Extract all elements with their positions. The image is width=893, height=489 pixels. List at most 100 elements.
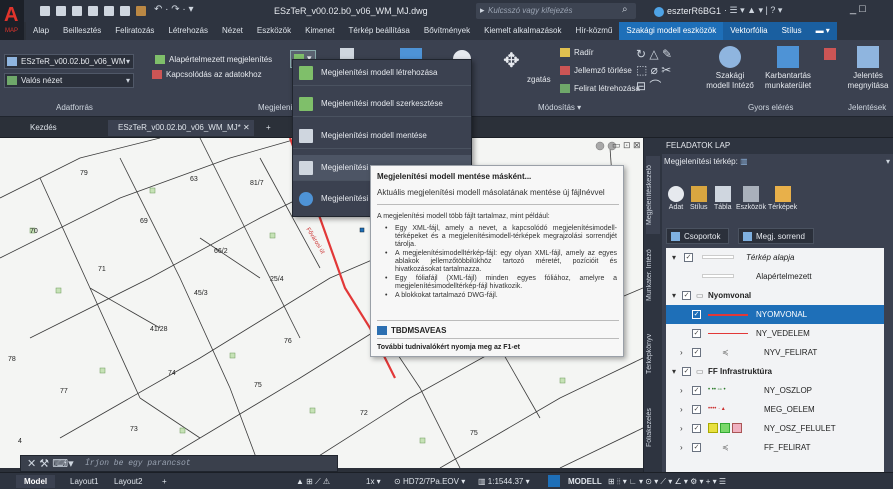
tab-hir-kozmu[interactable]: Hír-közmű: [568, 22, 619, 40]
search-input[interactable]: ▸ Kulcsszó vagy kifejezés ⌕: [476, 3, 636, 19]
snap-icons[interactable]: ↻ △ ✎ ⬚ ⌀ ✂ ⊟ ⌒: [636, 46, 672, 94]
open-report-button[interactable]: Jelentés megnyitása: [844, 46, 892, 91]
undo-icon[interactable]: ↶ · ↷ · ▾: [154, 4, 194, 15]
viewport-controls-icon[interactable]: ▭ ⊡ ⊠: [612, 140, 641, 151]
connect-data-button[interactable]: Kapcsolódás az adatokhoz: [152, 70, 262, 80]
groups-button[interactable]: Csoportok: [666, 228, 730, 244]
coord-system[interactable]: ⊙ HD72/7Pa.EOV ▾: [394, 475, 465, 488]
close-icon[interactable]: ✕: [243, 123, 250, 132]
vtab-display-manager[interactable]: Megjelenítéskezelő: [646, 156, 660, 234]
tab-stilus[interactable]: Stílus: [774, 22, 809, 40]
chevron-right-icon[interactable]: ›: [680, 400, 683, 419]
vtab-workspace[interactable]: Munkater. Intéző: [646, 240, 660, 310]
status-icons-left[interactable]: ▲ ⊞ ⟋ ⚠: [296, 475, 330, 488]
tab-kimenet[interactable]: Kimenet: [298, 22, 341, 40]
print-icon[interactable]: [120, 6, 130, 16]
tab-nezet[interactable]: Nézet: [215, 22, 250, 40]
menu-edit-model[interactable]: Megjelenítési modell szerkesztése: [293, 91, 471, 117]
panel-title-modositas[interactable]: Módosítás ▾: [538, 103, 581, 112]
eraser-button[interactable]: Radír: [560, 48, 594, 58]
tree-row[interactable]: › ✓ ≼ NYV_FELIRAT: [666, 343, 884, 362]
checkbox[interactable]: ✓: [692, 405, 701, 414]
vtab-mapbook[interactable]: Térképkönyv: [646, 324, 660, 384]
tree-row[interactable]: ▾ ✓ ▭ FF Infrastruktúra: [666, 362, 884, 381]
map-scale[interactable]: ▥ 1:1544.37 ▾: [478, 475, 530, 488]
checkbox[interactable]: ✓: [684, 253, 693, 262]
maintenance-button[interactable]: Karbantartás munkaterület: [760, 46, 816, 91]
tab-active-drawing[interactable]: ESzTeR_v00.02.b0_v06_WM_MJ* ✕: [108, 120, 254, 136]
new-tab-button[interactable]: +: [256, 120, 281, 136]
maps-button[interactable]: Térképek: [768, 186, 797, 211]
checkbox[interactable]: ✓: [692, 329, 701, 338]
lock-icon[interactable]: [548, 475, 560, 487]
display-model-combo[interactable]: Alapértelmezett megjelenítés: [152, 52, 288, 67]
chevron-right-icon[interactable]: ›: [680, 343, 683, 362]
checkbox[interactable]: ✓: [692, 386, 701, 395]
tab-szakagi[interactable]: Szakági modell eszközök: [619, 22, 724, 40]
tab-beillesztes[interactable]: Beillesztés: [56, 22, 108, 40]
tab-alap[interactable]: Alap: [26, 22, 56, 40]
tree-row[interactable]: Alapértelmezett: [666, 267, 884, 286]
tree-row[interactable]: › ✓ ≼ FF_FELIRAT: [666, 438, 884, 457]
model-explorer-button[interactable]: Szakági modell Intéző: [706, 46, 754, 91]
tab-feliratozas[interactable]: Feliratozás: [108, 22, 161, 40]
checkbox[interactable]: ✓: [692, 443, 701, 452]
delete-feature-button[interactable]: Jellemző törlése: [560, 66, 632, 76]
display-map-select[interactable]: Megjelenítési térkép: ▥ ▾: [664, 157, 890, 166]
tree-row[interactable]: ✓ NY_VEDELEM: [666, 324, 884, 343]
checkbox[interactable]: ✓: [682, 291, 691, 300]
menu-save-model[interactable]: Megjelenítési modell mentése: [293, 123, 471, 149]
chevron-right-icon[interactable]: ›: [680, 438, 683, 457]
tree-row[interactable]: › ✓ • •• ▫▫ • NY_OSZLOP: [666, 381, 884, 400]
close-icon[interactable]: ✕ ⚒ ⌨▾: [27, 457, 74, 470]
create-label-button[interactable]: Felirat létrehozása: [560, 84, 640, 94]
vtab-layers[interactable]: Fóliakezelés: [646, 398, 660, 458]
status-icons-right[interactable]: ⊞ ⦙⦙ ▾ ∟ ▾ ⊙ ▾ ⟋ ▾ ∠ ▾ ⚙ ▾ + ▾ ☰: [608, 475, 726, 488]
tab-kiemelt[interactable]: Kiemelt alkalmazások: [477, 22, 568, 40]
search-icon[interactable]: ⌕: [622, 4, 628, 15]
window-controls[interactable]: _ □: [850, 3, 866, 15]
save-icon[interactable]: [72, 6, 82, 16]
scale-indicator[interactable]: 1x ▾: [366, 475, 381, 488]
tools-button[interactable]: Eszközök: [736, 186, 766, 211]
ribbon-options-icon[interactable]: ▬ ▾: [808, 22, 837, 40]
data-button[interactable]: Adat: [668, 186, 684, 211]
saveas-icon[interactable]: [88, 6, 98, 16]
plot-icon[interactable]: [104, 6, 114, 16]
add-layout-button[interactable]: +: [154, 475, 175, 488]
tab-terkep-beallitasa[interactable]: Térkép beállítása: [341, 22, 416, 40]
chevron-down-icon[interactable]: ▾: [672, 362, 676, 381]
move-icon[interactable]: ✥: [503, 48, 520, 73]
tab-start[interactable]: Kezdés: [20, 120, 67, 136]
datasource-combo[interactable]: ESzTeR_v00.02.b0_v06_WM ▾: [4, 54, 134, 69]
tab-letrehozas[interactable]: Létrehozás: [161, 22, 215, 40]
tree-row[interactable]: ▾ ✓ Térkép alapja: [666, 248, 884, 267]
tree-row[interactable]: › ✓ •••• · ▴ MEG_OELEM: [666, 400, 884, 419]
tab-eszkozok[interactable]: Eszközök: [250, 22, 298, 40]
chevron-down-icon[interactable]: ▾: [672, 286, 676, 305]
checkbox[interactable]: ✓: [692, 424, 701, 433]
chevron-right-icon[interactable]: ›: [680, 381, 683, 400]
cart-icon[interactable]: · ☰ ▾ ▲ ▾ | ? ▾: [724, 5, 782, 16]
tab-bovitmenyek[interactable]: Bővítmények: [417, 22, 477, 40]
checkbox[interactable]: ✓: [682, 367, 691, 376]
table-button[interactable]: Tábla: [714, 186, 732, 211]
checkbox[interactable]: ✓: [692, 348, 701, 357]
tab-vektorfolia[interactable]: Vektorfólia: [723, 22, 775, 40]
open-icon[interactable]: [56, 6, 66, 16]
checkbox[interactable]: ✓: [692, 310, 701, 319]
tab-layout2[interactable]: Layout2: [106, 475, 150, 488]
tab-model[interactable]: Model: [16, 475, 56, 488]
model-space-toggle[interactable]: MODELL: [568, 475, 602, 488]
app-logo[interactable]: A MAP: [0, 0, 24, 44]
tree-row[interactable]: › ✓ NY_OSZ_FELULET: [666, 419, 884, 438]
menu-create-model[interactable]: Megjelenítési modell létrehozása: [293, 60, 471, 86]
command-line[interactable]: ✕ ⚒ ⌨▾ Írjon be egy parancsot: [20, 455, 338, 472]
style-button[interactable]: Stílus: [690, 186, 708, 211]
chevron-right-icon[interactable]: ›: [680, 419, 683, 438]
tab-layout1[interactable]: Layout1: [62, 475, 106, 488]
tree-row-selected[interactable]: ✓ NYOMVONAL: [666, 305, 884, 324]
tree-row[interactable]: ▾ ✓ ▭ Nyomvonal: [666, 286, 884, 305]
user-account[interactable]: eszterR6BG1: [654, 6, 721, 17]
draw-order-button[interactable]: Megj. sorrend: [737, 228, 814, 244]
